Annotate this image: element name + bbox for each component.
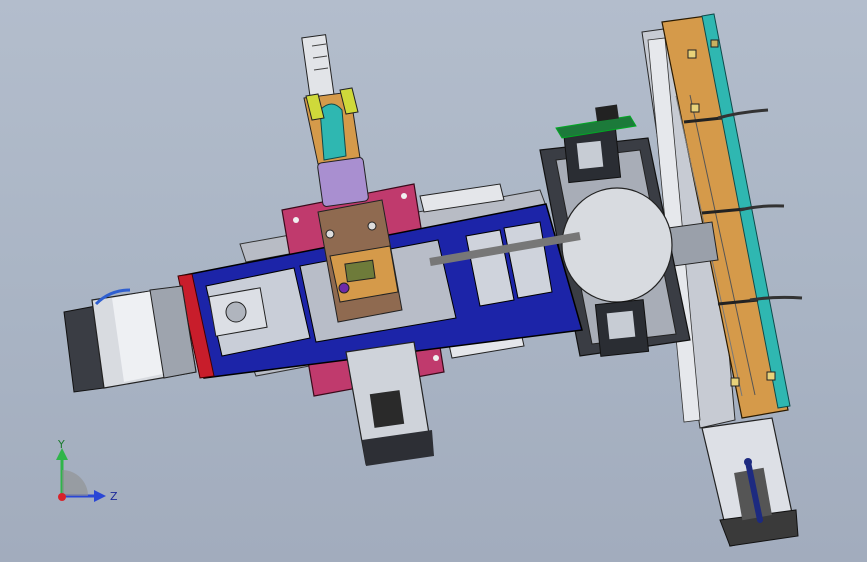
linear-axis-frame[interactable] [177, 183, 583, 466]
axis-origin [58, 493, 66, 501]
cad-viewport[interactable]: Y Z [0, 0, 867, 562]
servo-motor[interactable] [63, 285, 197, 393]
lavender-cylinder[interactable] [317, 157, 369, 207]
axis-y-label: Y [57, 440, 65, 451]
orientation-triad: Y Z [40, 438, 120, 510]
axis-z-label: Z [110, 490, 118, 503]
top-gripper-module[interactable] [301, 34, 369, 207]
3d-assembly-model[interactable] [0, 0, 867, 562]
turntable-disc[interactable] [561, 187, 673, 303]
